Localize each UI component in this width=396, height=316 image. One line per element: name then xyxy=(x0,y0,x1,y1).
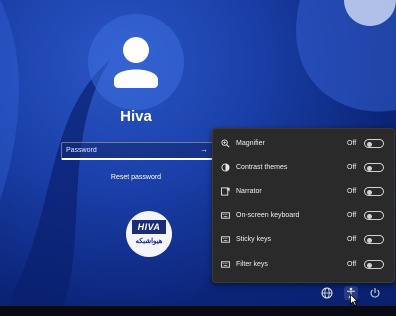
toggle-knob xyxy=(367,237,372,243)
contrast-themes-toggle[interactable] xyxy=(364,163,384,172)
power-button[interactable] xyxy=(368,286,382,300)
narrator-toggle[interactable] xyxy=(364,187,384,196)
item-label: Sticky keys xyxy=(236,236,272,243)
user-avatar xyxy=(88,14,184,110)
accessibility-item-contrast-themes[interactable]: Contrast themes Off xyxy=(213,157,394,179)
watermark-brand: HIVA xyxy=(132,220,166,234)
toggle-knob xyxy=(367,165,372,171)
accessibility-item-narrator[interactable]: Narrator Off xyxy=(213,181,394,203)
accessibility-item-sticky-keys[interactable]: Sticky keys Off xyxy=(213,229,394,251)
toggle-knob xyxy=(367,189,372,195)
sticky-keys-icon xyxy=(221,236,230,243)
keyboard-icon xyxy=(221,212,230,219)
mouse-cursor-icon xyxy=(350,294,358,306)
network-button[interactable] xyxy=(320,286,334,300)
toggle-knob xyxy=(367,213,372,219)
accessibility-item-on-screen-keyboard[interactable]: On-screen keyboard Off xyxy=(213,205,394,227)
accessibility-item-filter-keys[interactable]: Filter keys Off xyxy=(213,254,394,276)
magnifier-toggle[interactable] xyxy=(364,139,384,148)
filter-keys-toggle[interactable] xyxy=(364,260,384,269)
watermark-logo: HIVA هیواشبکه xyxy=(126,211,172,257)
password-input[interactable] xyxy=(66,144,194,157)
toggle-knob xyxy=(367,141,372,147)
magnifier-icon xyxy=(221,139,230,148)
submit-arrow-icon[interactable]: → xyxy=(199,145,209,155)
accessibility-item-magnifier[interactable]: Magnifier Off xyxy=(213,133,394,155)
narrator-icon xyxy=(221,187,230,196)
item-state: Off xyxy=(347,188,357,195)
watermark-subtitle: هیواشبکه xyxy=(135,238,163,245)
item-label: Narrator xyxy=(236,188,262,195)
toggle-knob xyxy=(367,262,372,268)
sticky-keys-toggle[interactable] xyxy=(364,235,384,244)
item-label: Contrast themes xyxy=(236,164,288,171)
network-icon xyxy=(321,287,333,299)
username: Hiva xyxy=(120,108,152,125)
power-icon xyxy=(370,288,380,298)
item-label: Filter keys xyxy=(236,261,268,268)
item-label: Magnifier xyxy=(236,140,265,147)
item-state: Off xyxy=(347,140,357,147)
item-state: Off xyxy=(347,212,357,219)
filter-keys-icon xyxy=(221,261,230,268)
accessibility-flyout: Magnifier Off Contrast themes Off Narrat… xyxy=(212,128,395,283)
password-field[interactable]: → xyxy=(61,142,213,160)
user-icon xyxy=(114,37,158,88)
item-state: Off xyxy=(347,236,357,243)
item-state: Off xyxy=(347,164,357,171)
item-state: Off xyxy=(347,261,357,268)
on-screen-keyboard-toggle[interactable] xyxy=(364,211,384,220)
contrast-icon xyxy=(221,163,230,172)
item-label: On-screen keyboard xyxy=(236,212,300,219)
